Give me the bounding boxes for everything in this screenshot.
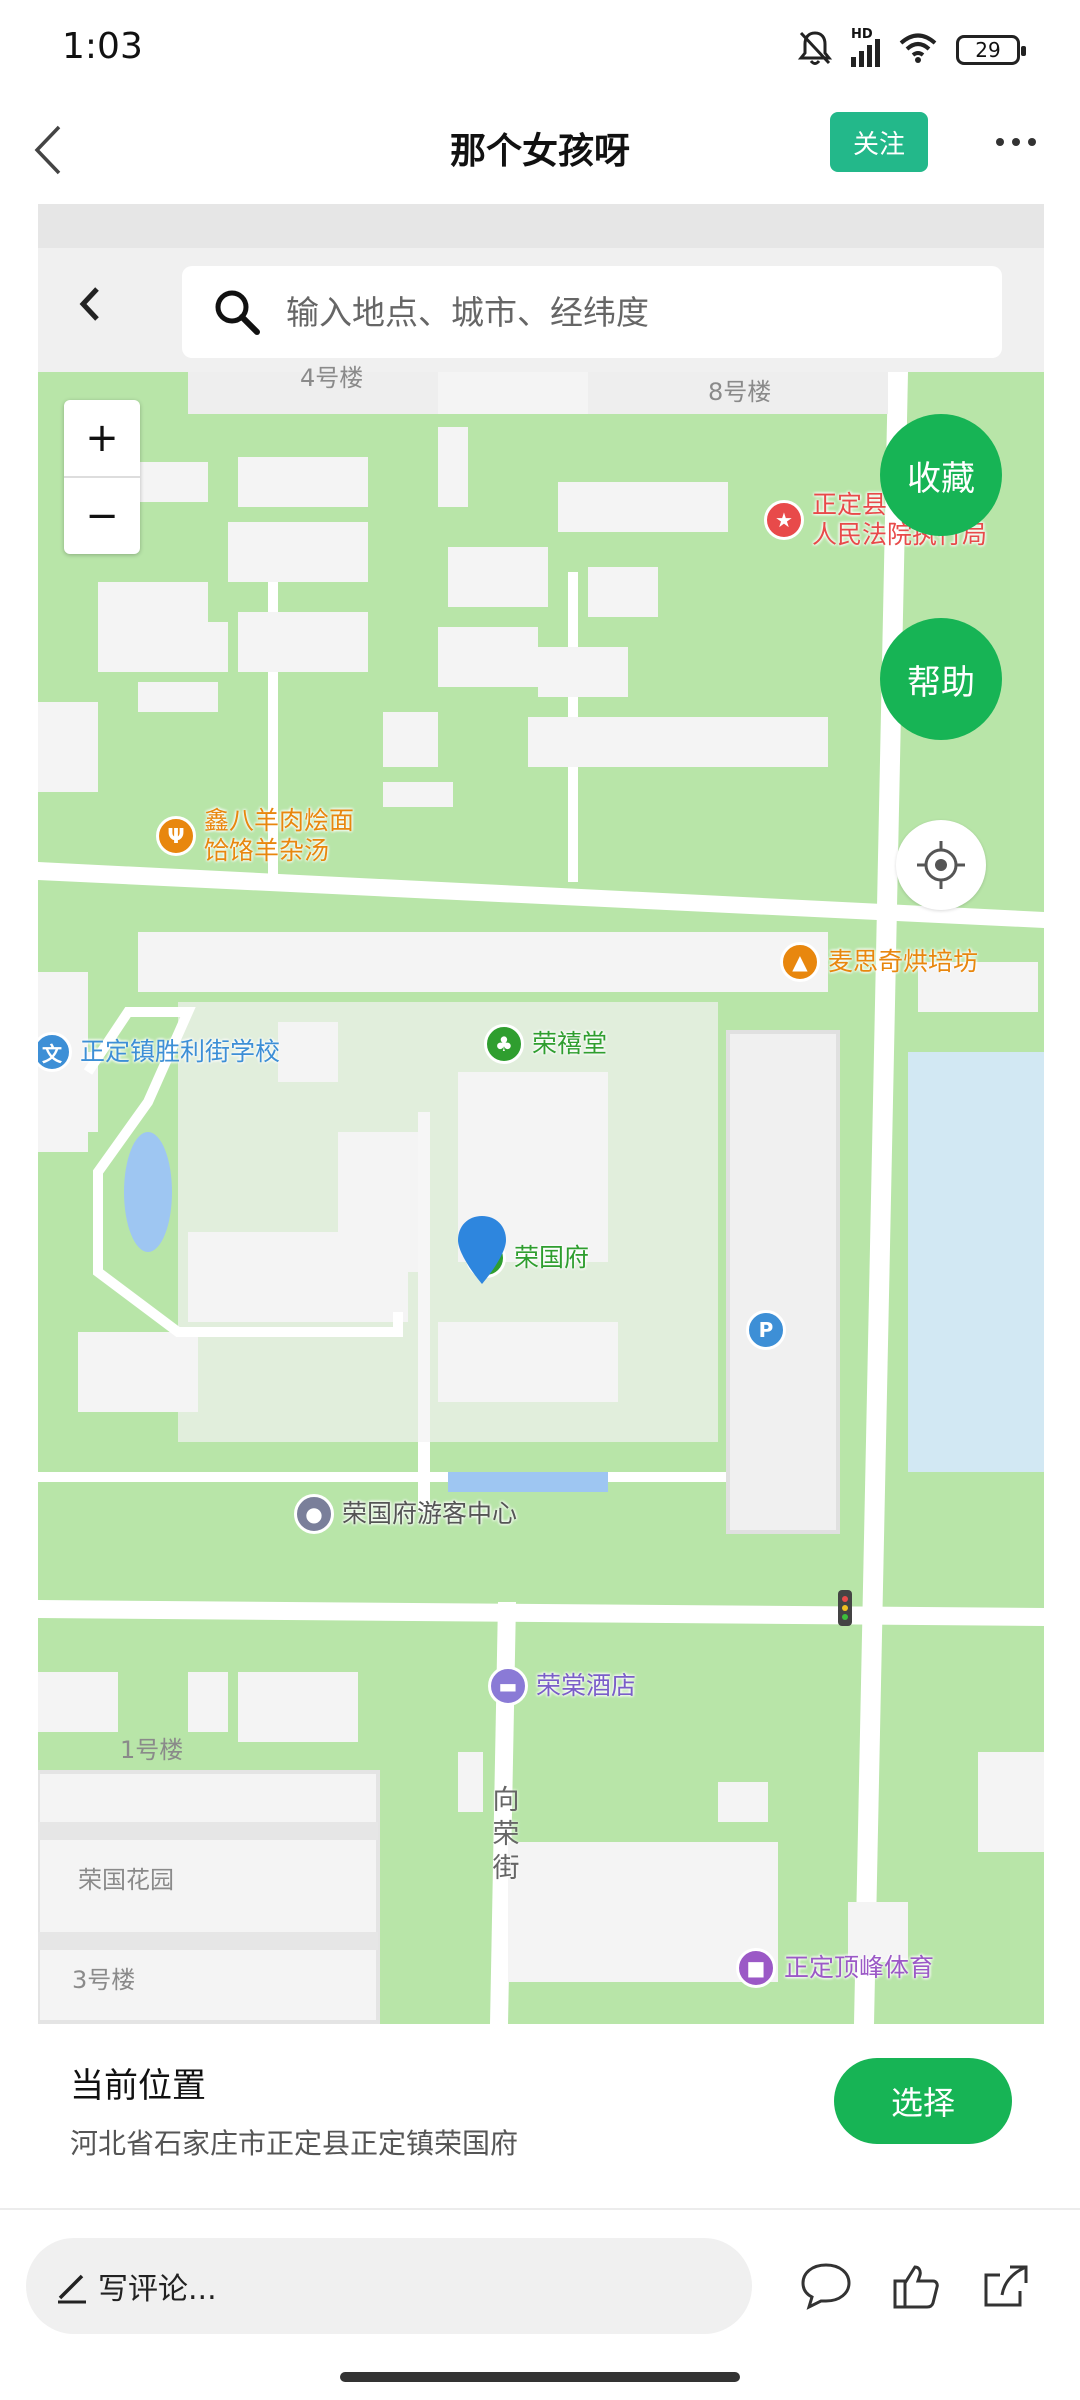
poi-rongxi-hall[interactable]: ♣ 荣禧堂 — [484, 1024, 607, 1064]
poi-visitor-center-label: 荣国府游客中心 — [342, 1499, 518, 1528]
parking-icon: P — [746, 1310, 786, 1350]
building-label-3: 3号楼 — [72, 1966, 136, 1994]
poi-rongguo-mansion-label: 荣国府 — [514, 1243, 590, 1272]
comment-icon — [801, 2263, 851, 2310]
zoom-out-button[interactable]: − — [64, 478, 140, 554]
street-label: 向荣街 — [492, 1785, 520, 1884]
chevron-left-icon — [79, 287, 99, 321]
follow-button[interactable]: 关注 — [830, 112, 928, 172]
poi-restaurant-label-line2: 饸饹羊杂汤 — [204, 836, 330, 865]
poi-sports-label: 正定顶峰体育 — [784, 1953, 935, 1982]
poi-restaurant[interactable]: Ψ 鑫八羊肉烩面 饸饹羊杂汤 — [156, 806, 354, 866]
more-icon-dot — [996, 138, 1004, 146]
home-indicator[interactable] — [340, 2372, 740, 2382]
more-icon-dot — [1012, 138, 1020, 146]
poi-school-label: 正定镇胜利街学校 — [80, 1037, 281, 1066]
like-button[interactable] — [886, 2256, 946, 2316]
building-label-1: 1号楼 — [120, 1736, 184, 1764]
current-location-title: 当前位置 — [70, 2066, 206, 2106]
poi-hotel-label: 荣棠酒店 — [536, 1671, 637, 1700]
cake-icon: ▲ — [780, 942, 820, 982]
thumbs-up-icon — [893, 2265, 939, 2309]
map-canvas[interactable] — [38, 372, 1044, 2024]
current-location-address: 河北省石家庄市正定县正定镇荣国府 — [70, 2127, 519, 2160]
select-button[interactable]: 选择 — [834, 2058, 1012, 2144]
poi-rongxi-hall-label: 荣禧堂 — [532, 1029, 608, 1058]
zoom-control: + − — [64, 400, 140, 554]
battery-icon: 29 — [956, 35, 1026, 65]
locate-button[interactable] — [896, 820, 986, 910]
map-container[interactable]: 4号楼 8号楼 1号楼 荣国花园 3号楼 向荣街 ★ 正定县 人民法院执行局 Ψ… — [38, 204, 1044, 2024]
battery-level: 29 — [975, 38, 1001, 62]
poi-hotel[interactable]: ▬ 荣棠酒店 — [488, 1666, 636, 1706]
share-icon — [984, 2265, 1028, 2307]
visitor-center-icon: ● — [294, 1494, 334, 1534]
back-icon — [34, 125, 61, 175]
star-icon: ★ — [764, 500, 804, 540]
fork-knife-icon: Ψ — [156, 816, 196, 856]
share-button[interactable] — [976, 2256, 1036, 2316]
comment-placeholder: 写评论... — [98, 2272, 217, 2307]
search-input[interactable] — [286, 292, 966, 332]
scenic-icon: ♣ — [484, 1024, 524, 1064]
search-box[interactable] — [182, 266, 1002, 358]
pencil-icon — [58, 2274, 86, 2304]
poi-visitor-center[interactable]: ● 荣国府游客中心 — [294, 1494, 517, 1534]
status-icons: HD 29 — [797, 27, 1026, 72]
map-back-button[interactable] — [60, 274, 120, 334]
comment-bar: 写评论... — [0, 2210, 1080, 2360]
back-button[interactable] — [18, 116, 78, 184]
more-button[interactable] — [984, 122, 1048, 162]
garden-label: 荣国花园 — [78, 1866, 174, 1894]
building-label-4: 4号楼 — [300, 364, 364, 392]
favorite-button[interactable]: 收藏 — [880, 414, 1002, 536]
sports-icon: ■ — [736, 1948, 776, 1988]
school-icon: 文 — [38, 1032, 72, 1072]
help-button[interactable]: 帮助 — [880, 618, 1002, 740]
bed-icon: ▬ — [488, 1666, 528, 1706]
status-bar: 1:03 HD 29 — [0, 0, 1080, 100]
poi-bakery[interactable]: ▲ 麦思奇烘培坊 — [780, 942, 978, 982]
comment-button[interactable] — [796, 2256, 856, 2316]
zoom-in-button[interactable]: + — [64, 400, 140, 476]
top-navbar: 那个女孩呀 关注 — [0, 100, 1080, 200]
poi-sports[interactable]: ■ 正定顶峰体育 — [736, 1948, 934, 1988]
location-pin-icon — [454, 1214, 510, 1292]
status-time: 1:03 — [62, 26, 143, 67]
poi-court-label-line1: 正定县 — [812, 490, 888, 519]
map-search-strip — [38, 204, 1044, 248]
wifi-icon — [898, 32, 938, 68]
poi-parking[interactable]: P — [746, 1310, 786, 1350]
comment-input[interactable]: 写评论... — [26, 2238, 752, 2334]
signal-icon: HD — [851, 27, 880, 67]
map-search-bar — [38, 204, 1044, 372]
current-location-panel: 当前位置 河北省石家庄市正定县正定镇荣国府 选择 — [0, 2024, 1080, 2210]
search-icon — [215, 290, 260, 335]
mute-bell-icon — [797, 29, 833, 71]
poi-restaurant-label-line1: 鑫八羊肉烩面 — [204, 806, 355, 835]
poi-bakery-label: 麦思奇烘培坊 — [828, 947, 979, 976]
more-icon-dot — [1028, 138, 1036, 146]
poi-school[interactable]: 文 正定镇胜利街学校 — [38, 1032, 280, 1072]
network-type-label: HD — [851, 27, 873, 42]
building-label-8: 8号楼 — [708, 378, 772, 406]
locate-icon — [917, 841, 965, 889]
